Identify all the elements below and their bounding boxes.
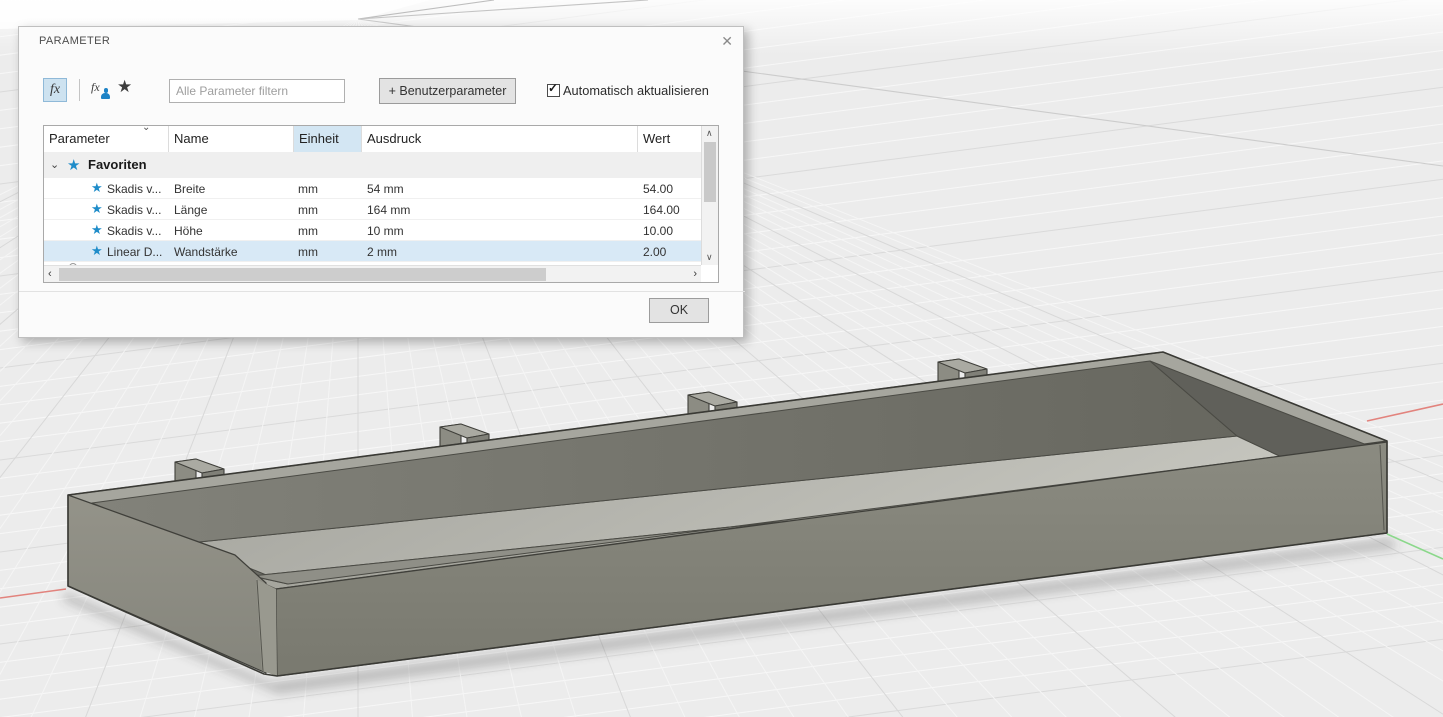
cell-parameter: Skadis v... xyxy=(107,182,162,196)
cell-ausdruck[interactable]: 2 mm xyxy=(367,245,397,259)
checkmark-icon: ✓ xyxy=(548,81,559,95)
favorite-star-icon[interactable]: ★ xyxy=(91,201,103,217)
scroll-down-icon[interactable]: ∨ xyxy=(706,252,713,263)
column-header-name[interactable]: Name xyxy=(169,126,294,152)
favorite-star-icon[interactable]: ★ xyxy=(91,222,103,238)
parameter-filter-input[interactable] xyxy=(169,79,345,103)
cell-wert: 2.00 xyxy=(643,245,667,259)
favorite-star-icon[interactable]: ★ xyxy=(91,243,103,259)
parameter-table: ⌄ Parameter Name Einheit Ausdruck Wert ⌄… xyxy=(43,125,719,283)
table-row[interactable]: ★ Skadis v... Länge mm 164 mm 164.00 xyxy=(44,199,701,220)
cell-ausdruck[interactable]: 164 mm xyxy=(367,203,410,217)
filter-user-parameters-button[interactable]: fx xyxy=(89,78,115,102)
group-label: Favoriten xyxy=(88,157,147,172)
auto-update-checkbox[interactable]: ✓ xyxy=(547,81,560,97)
scroll-up-icon[interactable]: ∧ xyxy=(706,128,713,139)
cell-parameter: Linear D... xyxy=(107,245,163,259)
table-row[interactable]: ★ Skadis v... Breite mm 54 mm 54.00 xyxy=(44,178,701,199)
cell-name: Wandstärke xyxy=(174,245,238,259)
app-window: PARAMETER ✕ fx fx ★ + Benutzerparameter … xyxy=(0,0,1443,717)
cell-name: Breite xyxy=(174,182,206,196)
user-person-icon xyxy=(101,88,110,100)
table-row[interactable]: ★ Skadis v... Höhe mm 10 mm 10.00 xyxy=(44,220,701,241)
fx-icon: fx xyxy=(49,82,61,97)
auto-update-label: Automatisch aktualisieren xyxy=(563,83,709,98)
column-header-parameter[interactable]: Parameter xyxy=(44,126,169,152)
column-header-wert[interactable]: Wert xyxy=(638,126,701,152)
favorites-group-row[interactable]: ⌄ ★ Favoriten xyxy=(44,152,701,178)
favorites-star-icon: ★ xyxy=(67,157,81,174)
cell-parameter: Skadis v... xyxy=(107,203,162,217)
vertical-scrollbar[interactable]: ∧ ∨ xyxy=(701,126,718,265)
horizontal-scrollbar-thumb[interactable] xyxy=(59,268,546,281)
cell-einheit: mm xyxy=(298,224,318,238)
ok-button[interactable]: OK xyxy=(649,298,709,323)
horizontal-scrollbar[interactable]: ‹ › xyxy=(44,265,701,282)
cell-wert: 164.00 xyxy=(643,203,680,217)
cell-einheit: mm xyxy=(298,245,318,259)
parameter-dialog: PARAMETER ✕ fx fx ★ + Benutzerparameter … xyxy=(18,26,745,338)
table-row-selected[interactable]: ★ Linear D... Wandstärke mm 2 mm 2.00 xyxy=(44,241,701,262)
cell-name: Länge xyxy=(174,203,208,217)
cell-einheit: mm xyxy=(298,203,318,217)
table-header-row: ⌄ Parameter Name Einheit Ausdruck Wert xyxy=(44,126,701,153)
add-user-parameter-button[interactable]: + Benutzerparameter xyxy=(379,78,516,104)
footer-divider xyxy=(19,291,745,292)
scroll-right-icon[interactable]: › xyxy=(693,268,697,280)
filter-favorites-star-icon[interactable]: ★ xyxy=(117,77,132,97)
favorite-star-icon[interactable]: ★ xyxy=(91,180,103,196)
filter-all-parameters-button[interactable]: fx xyxy=(43,78,67,102)
cell-einheit: mm xyxy=(298,182,318,196)
column-header-einheit[interactable]: Einheit xyxy=(294,126,362,152)
cell-name: Höhe xyxy=(174,224,203,238)
dialog-title: PARAMETER xyxy=(39,35,111,47)
scroll-left-icon[interactable]: ‹ xyxy=(48,268,52,280)
cell-parameter: Skadis v... xyxy=(107,224,162,238)
expander-chevron-icon[interactable]: ⌄ xyxy=(50,158,59,171)
fx-user-icon: fx xyxy=(91,80,100,94)
vertical-scrollbar-thumb[interactable] xyxy=(704,142,716,202)
toolbar-divider xyxy=(79,79,80,101)
column-header-ausdruck[interactable]: Ausdruck xyxy=(362,126,638,152)
close-icon[interactable]: ✕ xyxy=(721,33,733,49)
cell-ausdruck[interactable]: 10 mm xyxy=(367,224,404,238)
cell-wert: 54.00 xyxy=(643,182,674,196)
cell-ausdruck[interactable]: 54 mm xyxy=(367,182,404,196)
cell-wert: 10.00 xyxy=(643,224,674,238)
